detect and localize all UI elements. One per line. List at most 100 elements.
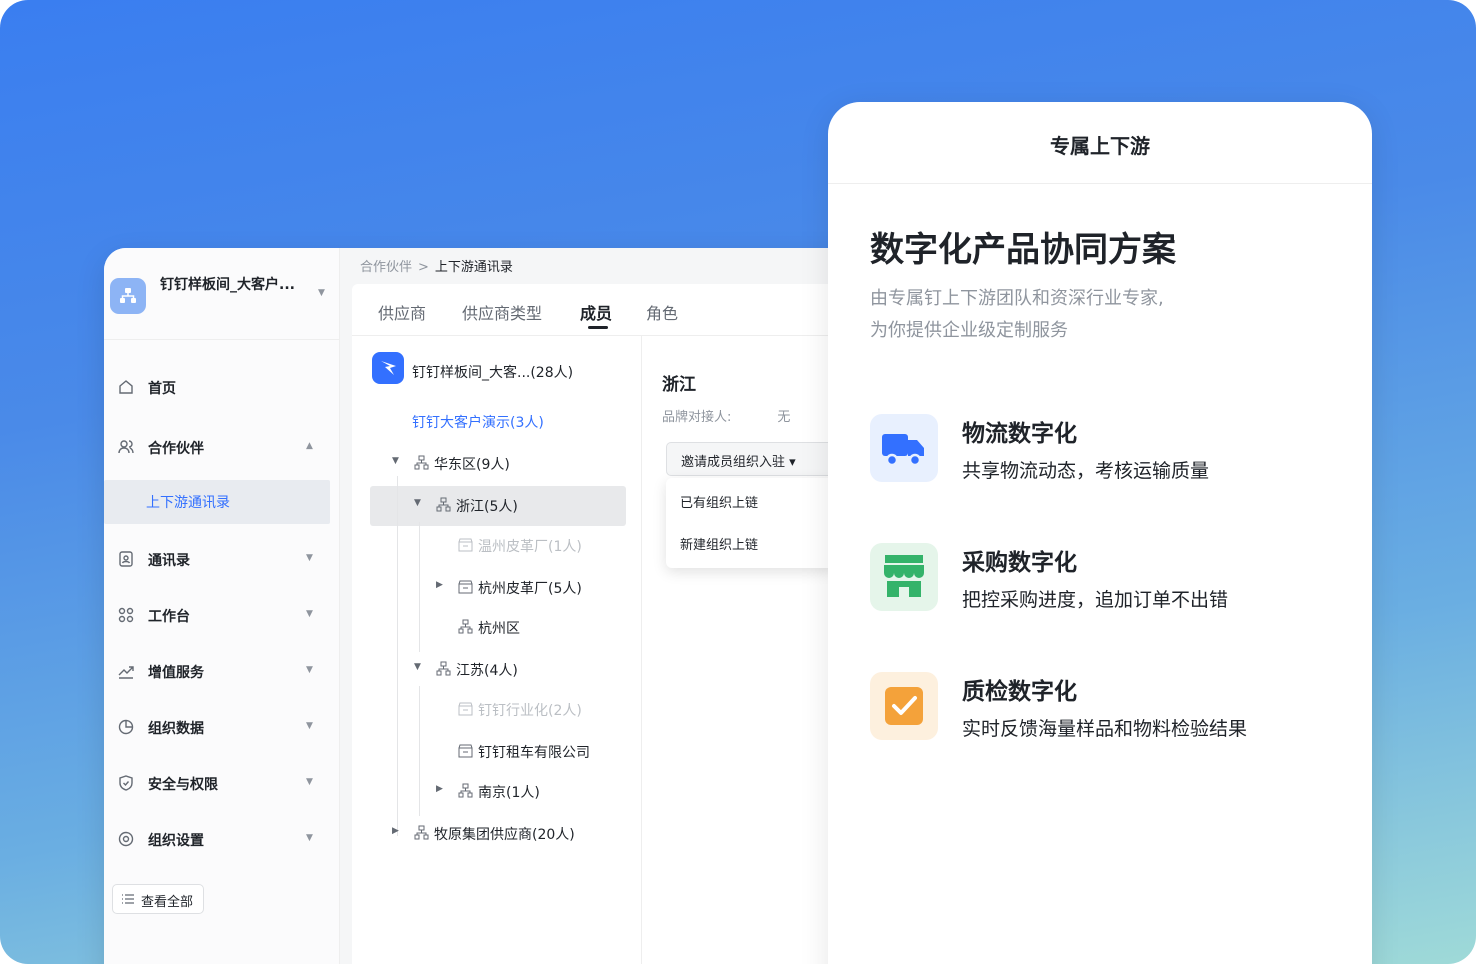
nav-security-label: 安全与权限 — [148, 777, 218, 793]
tree-node-label: 杭州区 — [478, 621, 520, 637]
tree-node-label: 杭州皮革厂(5人) — [478, 581, 582, 597]
caret-right-icon: ▶ — [392, 826, 399, 836]
tab-roles[interactable]: 角色 — [646, 300, 678, 324]
background-stage: 钉钉样板间_大客户... ▼ 首页 合作伙伴 ▲ 上下游通讯录 通讯录 ▼ 工作… — [0, 0, 1476, 964]
store-icon — [458, 538, 473, 552]
nav-workbench[interactable]: 工作台 ▼ — [104, 594, 330, 636]
tree-node-label: 浙江(5人) — [456, 499, 518, 515]
workbench-icon — [118, 607, 134, 623]
tree-node-label: 江苏(4人) — [456, 663, 518, 679]
chevron-up-icon: ▲ — [306, 441, 313, 451]
nav-value-added[interactable]: 增值服务 ▼ — [104, 650, 330, 692]
feature-title: 采购数字化 — [962, 550, 1077, 576]
partners-icon — [118, 440, 134, 454]
caret-right-icon: ▶ — [436, 580, 443, 590]
brand-contact-value: 无 — [777, 410, 791, 425]
department-icon — [436, 497, 451, 512]
nav-org-settings-label: 组织设置 — [148, 833, 204, 849]
feature-desc: 把控采购进度，追加订单不出错 — [962, 589, 1229, 611]
card-header: 专属上下游 — [828, 102, 1372, 184]
card-subtitle-line-1: 由专属钉上下游团队和资深行业专家, — [870, 288, 1164, 309]
nav-partners-label: 合作伙伴 — [148, 441, 204, 457]
promo-card: 专属上下游 数字化产品协同方案 由专属钉上下游团队和资深行业专家, 为你提供企业… — [828, 102, 1372, 964]
nav-org-settings[interactable]: 组织设置 ▼ — [104, 818, 330, 860]
chevron-down-icon: ▼ — [306, 553, 313, 563]
department-icon — [436, 661, 451, 676]
tree-guide-line — [419, 522, 420, 652]
chevron-down-icon: ▼ — [318, 288, 325, 298]
truck-icon — [870, 414, 938, 482]
settings-icon — [118, 831, 134, 847]
feature-desc: 共享物流动态，考核运输质量 — [962, 460, 1210, 482]
tree-node-label: 华东区(9人) — [434, 457, 510, 473]
breadcrumb-current: 上下游通讯录 — [434, 260, 513, 275]
menu-item-new-org[interactable]: 新建组织上链 — [680, 534, 758, 553]
tree-guide-line — [419, 686, 420, 816]
chevron-down-icon: ▼ — [306, 609, 313, 619]
nav-subitem-label: 上下游通讯录 — [146, 495, 230, 511]
main-area: 合作伙伴 > 上下游通讯录 供应商 供应商类型 成员 角色 钉钉样板间_大客..… — [340, 248, 864, 964]
nav-security[interactable]: 安全与权限 ▼ — [104, 762, 330, 804]
breadcrumb-separator: > — [418, 260, 429, 275]
nav-workbench-label: 工作台 — [148, 609, 190, 625]
nav-org-data-label: 组织数据 — [148, 721, 204, 737]
org-tree: 钉钉样板间_大客...(28人) 钉钉大客户演示(3人) ▼ 华东区(9人) ▼… — [352, 336, 642, 964]
store-icon — [458, 702, 473, 716]
nav-value-added-label: 增值服务 — [148, 665, 204, 681]
menu-item-existing-org[interactable]: 已有组织上链 — [680, 492, 758, 511]
nav-org-data[interactable]: 组织数据 ▼ — [104, 706, 330, 748]
feature-quality: 质检数字化 实时反馈海量样品和物料检验结果 — [870, 672, 1340, 742]
content-panel: 供应商 供应商类型 成员 角色 钉钉样板间_大客...(28人) 钉钉大客户演示… — [352, 284, 864, 964]
tree-node-label: 牧原集团供应商(20人) — [434, 827, 575, 843]
store-icon — [458, 744, 473, 758]
card-title: 数字化产品协同方案 — [870, 230, 1176, 270]
dingtalk-logo-icon — [372, 352, 404, 384]
trend-icon — [118, 666, 134, 679]
caret-down-icon: ▼ — [414, 498, 421, 508]
chevron-down-icon: ▼ — [306, 721, 313, 731]
chevron-down-icon: ▼ — [306, 777, 313, 787]
brand-contact-label: 品牌对接人: — [662, 410, 732, 425]
tree-node-label: 温州皮革厂(1人) — [478, 539, 582, 555]
tab-members[interactable]: 成员 — [580, 300, 612, 324]
view-all-label: 查看全部 — [141, 895, 194, 910]
active-tab-indicator — [588, 326, 608, 329]
feature-procurement: 采购数字化 把控采购进度，追加订单不出错 — [870, 543, 1340, 613]
sidebar: 钉钉样板间_大客户... ▼ 首页 合作伙伴 ▲ 上下游通讯录 通讯录 ▼ 工作… — [104, 248, 340, 964]
card-subtitle-line-2: 为你提供企业级定制服务 — [870, 320, 1068, 341]
view-all-button[interactable]: 查看全部 — [112, 884, 204, 914]
breadcrumb-parent[interactable]: 合作伙伴 — [360, 260, 412, 275]
department-icon — [458, 783, 473, 798]
invite-org-label: 邀请成员组织入驻 ▾ — [681, 455, 796, 470]
org-logo-icon — [110, 278, 146, 314]
nav-subitem-directory[interactable]: 上下游通讯录 — [104, 480, 330, 524]
department-icon — [414, 825, 429, 840]
caret-down-icon: ▼ — [414, 662, 421, 672]
store-icon — [870, 543, 938, 611]
nav-home[interactable]: 首页 — [104, 366, 330, 408]
feature-logistics: 物流数字化 共享物流动态，考核运输质量 — [870, 414, 1340, 484]
tree-node-label: 钉钉租车有限公司 — [478, 745, 590, 761]
tab-suppliers[interactable]: 供应商 — [378, 300, 426, 324]
store-icon — [458, 580, 473, 594]
tree-root[interactable]: 钉钉样板间_大客...(28人) — [372, 352, 632, 392]
feature-desc: 实时反馈海量样品和物料检验结果 — [962, 718, 1248, 740]
nav-partners[interactable]: 合作伙伴 ▲ — [104, 426, 330, 468]
list-icon — [122, 894, 134, 904]
tab-bar: 供应商 供应商类型 成员 角色 — [352, 284, 864, 336]
nav-contacts[interactable]: 通讯录 ▼ — [104, 538, 330, 580]
checkbox-icon — [870, 672, 938, 740]
org-name: 钉钉样板间_大客户... — [160, 277, 295, 293]
chevron-down-icon: ▼ — [306, 833, 313, 843]
tree-node-label: 南京(1人) — [478, 785, 540, 801]
nav-contacts-label: 通讯录 — [148, 553, 190, 569]
invite-org-button[interactable]: 邀请成员组织入驻 ▾ — [666, 442, 836, 476]
department-icon — [458, 619, 473, 634]
chevron-down-icon: ▼ — [306, 665, 313, 675]
tree-node-label: 钉钉行业化(2人) — [478, 703, 582, 719]
contacts-icon — [119, 551, 133, 567]
caret-right-icon: ▶ — [436, 784, 443, 794]
org-switcher[interactable]: 钉钉样板间_大客户... ▼ — [104, 248, 340, 340]
tab-supplier-types[interactable]: 供应商类型 — [462, 300, 542, 324]
tree-root-label: 钉钉样板间_大客...(28人) — [412, 365, 574, 381]
